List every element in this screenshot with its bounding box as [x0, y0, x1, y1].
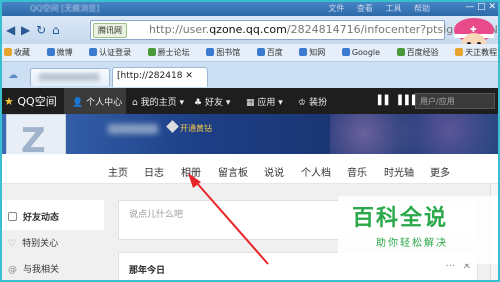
site-badge[interactable]: 腾讯网: [93, 23, 127, 38]
tab-profile[interactable]: 个人档: [301, 164, 331, 179]
page-icon: [396, 48, 405, 56]
nav-decorate[interactable]: ♔ 装扮: [298, 95, 327, 108]
fav-library[interactable]: 图书馆: [206, 48, 247, 57]
star-icon: [4, 48, 12, 56]
qzone-search-input[interactable]: 用户/应用: [415, 93, 495, 109]
menu-tools[interactable]: 工具: [385, 4, 401, 13]
page-icon: [455, 48, 464, 56]
url-input[interactable]: 腾讯网 http://user.qzone.qq.com/2824814716/…: [90, 20, 500, 40]
watermark: 百科全说 助你轻松解决: [338, 196, 498, 264]
url-domain: qzone.qq.com: [209, 23, 287, 36]
nav-buttons[interactable]: ◀ ▶ ↻ ⌂: [6, 23, 61, 37]
baidu-icon: [256, 48, 265, 56]
blurred-tab-title: [39, 73, 99, 81]
watermark-title: 百科全说: [352, 206, 449, 231]
banner-decoration: [330, 114, 500, 154]
window-title: QQ空间 [无痕浏览]: [30, 4, 100, 13]
left-sidebar: 好友动态 ♡ 特别关心 @ 与我相关: [0, 184, 104, 282]
menu-help[interactable]: 帮助: [414, 4, 430, 13]
window-titlebar: QQ空间 [无痕浏览] 文件 查看 工具 帮助 — □ ✕: [0, 0, 500, 16]
page-icon: [299, 48, 308, 56]
tab-timeline[interactable]: 时光轴: [384, 164, 414, 179]
fav-baidu[interactable]: 百度: [256, 48, 290, 57]
tab-album[interactable]: 相册: [181, 164, 201, 179]
weibo-icon: [46, 48, 55, 56]
favorites-bar: 收藏 微博 认证登录 爵士论坛 图书馆 百度 知网 Google 百度经验 天正…: [0, 44, 500, 62]
profile-tabs: 主页 日志 相册 留言板 说说 个人档 音乐 时光轴 更多: [0, 154, 500, 184]
tab-more[interactable]: 更多: [430, 164, 450, 179]
tab-home[interactable]: 主页: [108, 164, 128, 179]
fav-collect[interactable]: 收藏: [4, 48, 37, 57]
url-prefix: http://user.: [149, 23, 210, 36]
fav-weibo[interactable]: 微博: [46, 48, 80, 57]
window-controls[interactable]: — □ ✕: [465, 2, 496, 12]
tab-music[interactable]: 音乐: [347, 164, 367, 179]
vip-button[interactable]: 开通黄钻: [166, 120, 212, 134]
tab-label: [http://282418: [117, 71, 183, 81]
username-blurred: [108, 124, 158, 134]
svg-text:✚: ✚: [470, 25, 477, 34]
nav-friends[interactable]: ♣ 好友 ▾: [194, 95, 230, 108]
page-icon: [206, 48, 215, 56]
sidebar-item-friend-feed[interactable]: 好友动态: [0, 200, 104, 230]
post-placeholder: 说点儿什么吧: [129, 210, 184, 220]
year-today-label: 那年今日: [129, 266, 166, 276]
diamond-icon: [166, 120, 179, 133]
menu-view[interactable]: 查看: [357, 4, 373, 13]
fav-cnki[interactable]: 知网: [299, 48, 332, 57]
nav-personal-center[interactable]: 👤 个人中心: [72, 95, 122, 108]
tab-bar: ☁ [http://282418 ✕: [0, 62, 500, 88]
nav-apps[interactable]: ▦ 应用 ▾: [246, 95, 283, 108]
qzone-logo[interactable]: ★ QQ空间: [4, 93, 57, 109]
tab-blurred[interactable]: [30, 68, 110, 86]
fav-google[interactable]: Google: [341, 48, 387, 57]
fav-auth[interactable]: 认证登录: [89, 48, 138, 57]
cloud-icon[interactable]: ☁: [8, 70, 18, 81]
tab-guestbook[interactable]: 留言板: [218, 164, 248, 179]
browser-menu: 文件 查看 工具 帮助: [318, 3, 430, 14]
tab-active[interactable]: [http://282418 ✕: [112, 67, 208, 87]
at-icon: @: [8, 265, 17, 275]
nav-my-home[interactable]: ⌂ 我的主页 ▾: [132, 95, 184, 108]
qzone-nav: ★ QQ空间 👤 个人中心 ⌂ 我的主页 ▾ ♣ 好友 ▾ ▦ 应用 ▾ ♔ 装…: [0, 88, 500, 114]
page-icon: [89, 48, 98, 56]
tab-close-icon[interactable]: ✕: [185, 71, 193, 81]
sidebar-item-special-care[interactable]: ♡ 特别关心: [8, 236, 58, 249]
sidebar-item-related[interactable]: @ 与我相关: [8, 262, 59, 275]
page-icon: [147, 48, 156, 56]
address-bar-row: ◀ ▶ ↻ ⌂ 腾讯网 http://user.qzone.qq.com/282…: [0, 16, 500, 44]
star-icon: ★: [4, 95, 14, 108]
tab-blog[interactable]: 日志: [144, 164, 164, 179]
profile-banner: Z 开通黄钻: [0, 114, 500, 178]
fav-baidu-jingyan[interactable]: 百度经验: [396, 48, 446, 57]
fav-tianzheng[interactable]: 天正教程: [455, 48, 500, 57]
feed-icon: [8, 212, 17, 221]
heart-icon: ♡: [8, 239, 17, 249]
url-text[interactable]: http://user.qzone.qq.com/2824814716/info…: [149, 23, 500, 36]
menu-bars-icon[interactable]: ▌▌ ▐▐▐: [378, 96, 415, 106]
tab-shuoshuo[interactable]: 说说: [264, 164, 284, 179]
menu-file[interactable]: 文件: [328, 4, 344, 13]
google-icon: [341, 48, 350, 56]
watermark-subtitle: 助你轻松解决: [376, 238, 448, 249]
fav-forum[interactable]: 爵士论坛: [147, 48, 197, 57]
